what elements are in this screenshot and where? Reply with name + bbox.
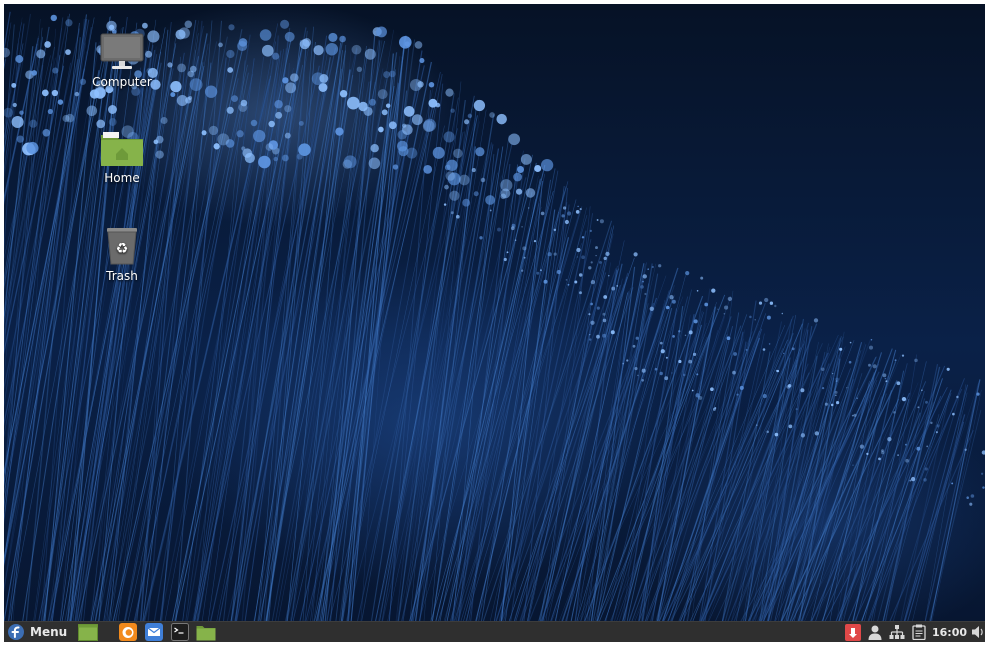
network-button[interactable]: [886, 622, 908, 642]
user-icon: [868, 625, 882, 640]
clock[interactable]: 16:00: [930, 626, 971, 639]
firefox-launcher[interactable]: [117, 622, 139, 642]
desktop[interactable]: Computer Home ♻ Trash: [4, 4, 985, 621]
desktop-icon-trash[interactable]: ♻ Trash: [80, 226, 164, 283]
firefox-icon: [119, 623, 138, 641]
wallpaper-fiber-optics: [4, 11, 985, 621]
svg-text:♻: ♻: [116, 241, 129, 257]
menu-button[interactable]: Menu: [4, 622, 71, 642]
home-folder-icon: [101, 132, 143, 166]
system-tray: 16:00: [842, 622, 985, 642]
taskbar: Menu 16:00: [4, 621, 985, 642]
files-launcher[interactable]: [195, 622, 217, 642]
update-notifier-button[interactable]: [842, 622, 864, 642]
clipboard-icon: [912, 624, 926, 640]
monitor-icon: [100, 33, 144, 69]
mail-launcher[interactable]: [143, 622, 165, 642]
desktop-icon-computer[interactable]: Computer: [80, 32, 164, 89]
user-menu-button[interactable]: [864, 622, 886, 642]
fedora-logo-icon: [8, 624, 24, 640]
desktop-icon-label: Home: [104, 171, 140, 185]
screen: Computer Home ♻ Trash Menu 16:00: [4, 4, 985, 642]
desktop-icon-home[interactable]: Home: [80, 130, 164, 185]
terminal-launcher[interactable]: [169, 622, 191, 642]
clipboard-button[interactable]: [908, 622, 930, 642]
show-desktop-button[interactable]: [77, 622, 99, 642]
volume-button[interactable]: [971, 622, 985, 642]
desktop-icon-label: Trash: [106, 269, 138, 283]
mail-icon: [145, 623, 164, 641]
menu-label: Menu: [30, 625, 68, 639]
show-desktop-icon: [78, 623, 99, 641]
folder-icon: [196, 625, 216, 640]
terminal-icon: [171, 623, 190, 641]
update-notifier-icon: [844, 623, 861, 641]
trash-icon: ♻: [107, 228, 137, 265]
volume-icon: [972, 626, 983, 638]
network-icon: [889, 624, 905, 639]
desktop-icon-label: Computer: [92, 75, 152, 89]
